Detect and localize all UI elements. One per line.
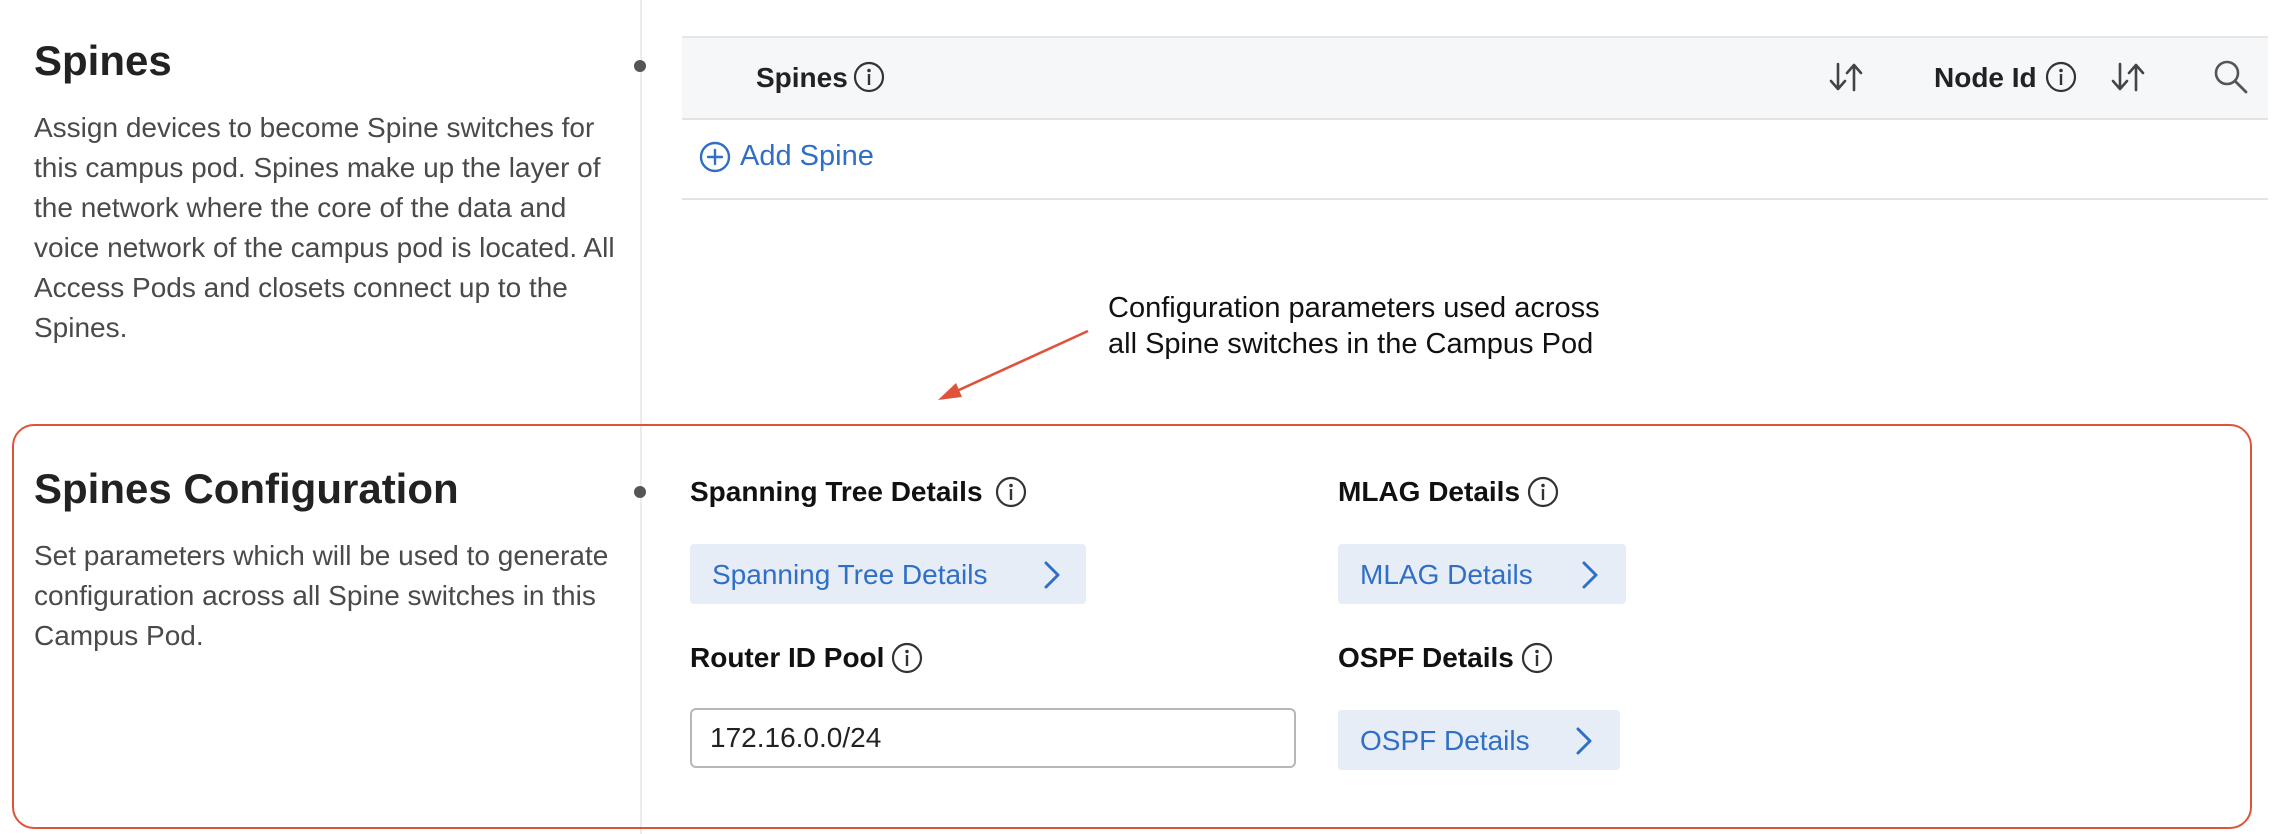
ospf-button-label: OSPF Details bbox=[1360, 725, 1530, 756]
chevron-right-icon bbox=[1044, 561, 1060, 589]
info-icon[interactable] bbox=[994, 475, 1028, 509]
router-id-pool-label: Router ID Pool bbox=[690, 642, 884, 674]
ospf-label-text: OSPF Details bbox=[1338, 642, 1514, 673]
spines-description: Assign devices to become Spine switches … bbox=[34, 112, 615, 343]
add-spine-row: Add Spine bbox=[682, 118, 2268, 200]
spines-title: Spines bbox=[34, 37, 172, 84]
annotation-arrow bbox=[938, 329, 1089, 400]
config-description: Set parameters which will be used to gen… bbox=[34, 540, 609, 651]
plus-circle-icon[interactable] bbox=[698, 140, 732, 174]
mlag-button[interactable]: MLAG Details bbox=[1338, 544, 1626, 604]
chevron-right-icon bbox=[1582, 561, 1598, 589]
add-spine-link[interactable]: Add Spine bbox=[740, 140, 874, 173]
info-icon[interactable] bbox=[2044, 60, 2078, 94]
spanning-tree-button-label: Spanning Tree Details bbox=[712, 559, 988, 590]
info-icon[interactable] bbox=[1520, 641, 1554, 675]
chevron-right-icon bbox=[1576, 727, 1592, 755]
router-id-pool-input[interactable] bbox=[690, 708, 1296, 768]
column-header-node-id[interactable]: Node Id bbox=[1934, 62, 2037, 94]
ospf-label: OSPF Details bbox=[1338, 642, 1514, 674]
annotation-line-1: Configuration parameters used across bbox=[1108, 292, 1600, 324]
router-id-pool-label-text: Router ID Pool bbox=[690, 642, 885, 673]
info-icon[interactable] bbox=[890, 641, 924, 675]
config-title: Spines Configuration bbox=[34, 465, 459, 512]
mlag-label: MLAG Details bbox=[1338, 476, 1520, 508]
annotation-text: Configuration parameters used across all… bbox=[1108, 290, 1600, 362]
sort-icon[interactable] bbox=[2108, 58, 2148, 96]
ospf-button[interactable]: OSPF Details bbox=[1338, 710, 1620, 770]
sort-icon[interactable] bbox=[1826, 58, 1866, 96]
info-icon[interactable] bbox=[1526, 475, 1560, 509]
spanning-tree-label-text: Spanning Tree Details bbox=[690, 476, 983, 507]
search-icon[interactable] bbox=[2212, 58, 2250, 96]
mlag-button-label: MLAG Details bbox=[1360, 559, 1533, 590]
column-header-spines[interactable]: Spines bbox=[756, 62, 848, 94]
spanning-tree-button[interactable]: Spanning Tree Details bbox=[690, 544, 1086, 604]
spines-table-header: Spines Node Id bbox=[682, 36, 2268, 120]
info-icon[interactable] bbox=[852, 60, 886, 94]
step-dot-spines bbox=[634, 60, 646, 72]
mlag-label-text: MLAG Details bbox=[1338, 476, 1521, 507]
spanning-tree-label: Spanning Tree Details bbox=[690, 476, 983, 508]
annotation-line-2: all Spine switches in the Campus Pod bbox=[1108, 328, 1594, 360]
